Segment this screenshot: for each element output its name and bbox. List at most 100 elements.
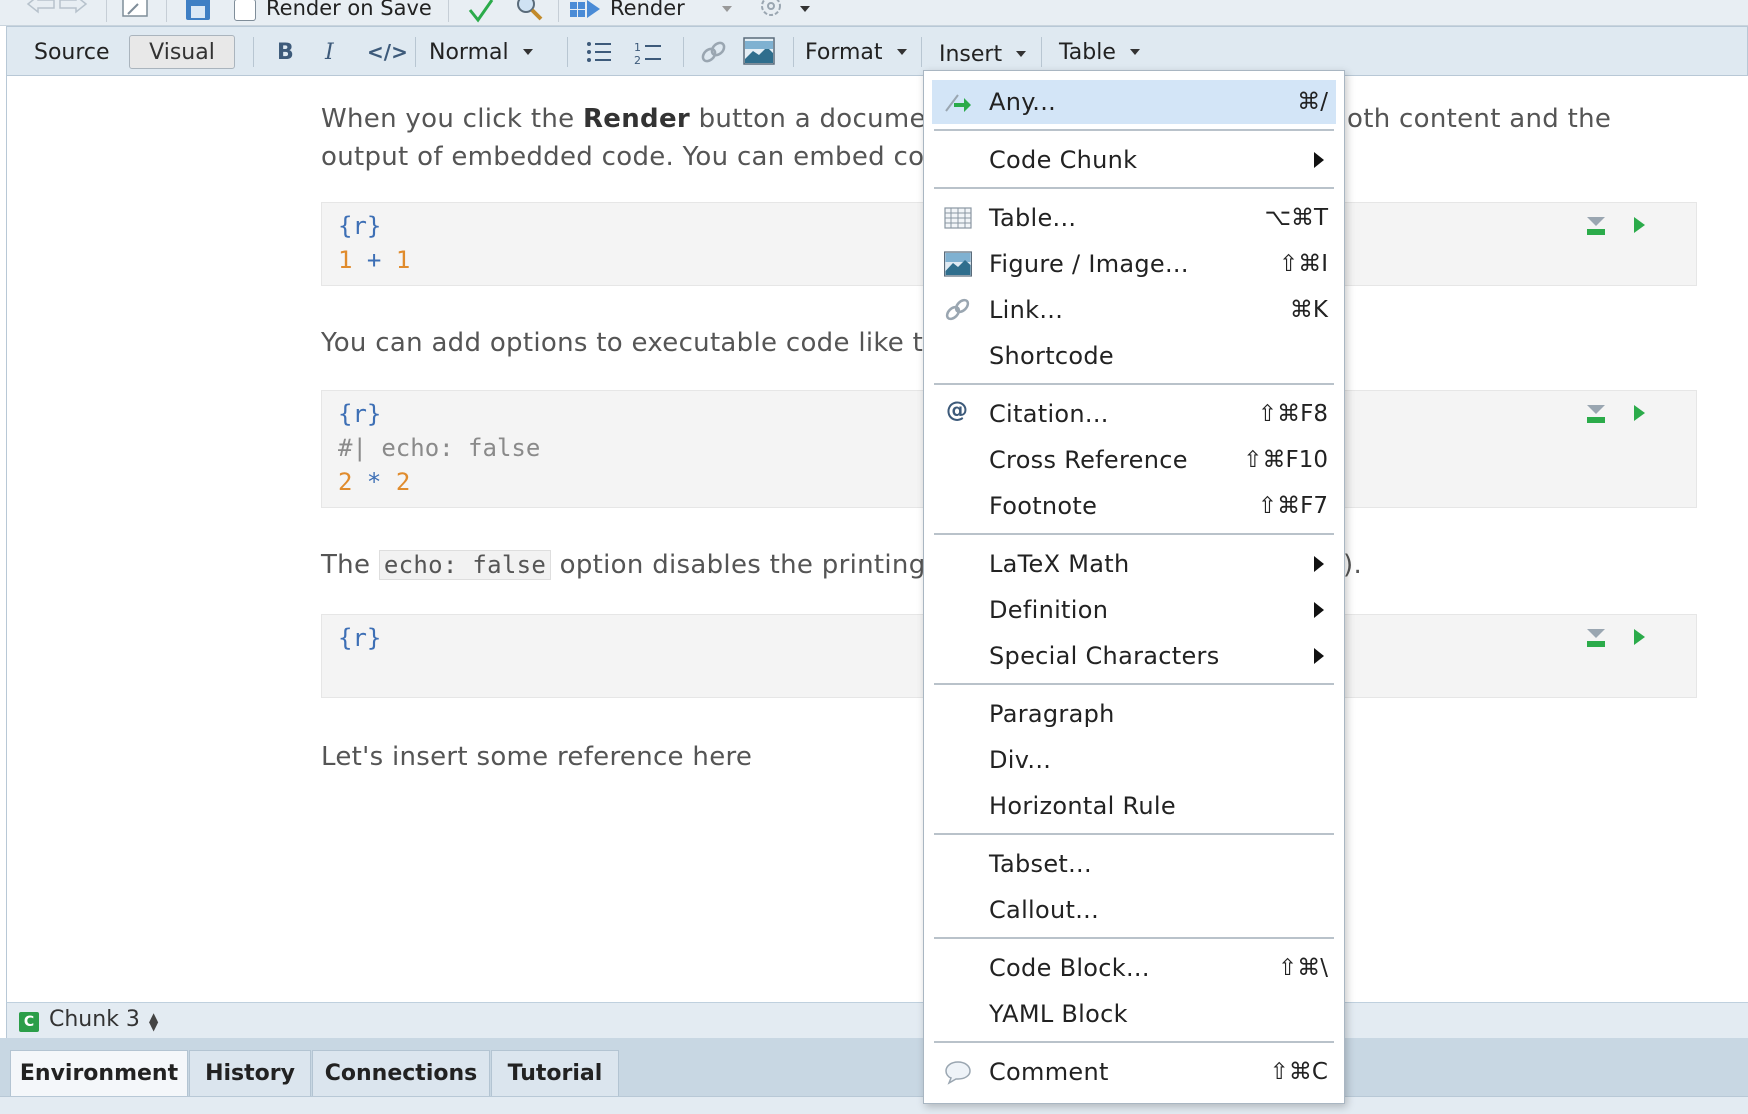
run-chunk-icon[interactable] [1634, 217, 1645, 233]
gear-icon[interactable] [756, 0, 786, 22]
submenu-arrow-icon [1314, 556, 1324, 572]
numbered-list-icon[interactable]: 12 [633, 39, 663, 67]
comment-icon [945, 1061, 971, 1085]
paragraph-echo[interactable]: The echo: false option disables the prin… [321, 546, 949, 584]
menu-item-code-block[interactable]: Code Block... ⇧⌘\ [932, 946, 1336, 990]
number: 2 [395, 468, 411, 496]
menu-item-shortcode[interactable]: Shortcode [932, 334, 1336, 378]
menu-item-paragraph[interactable]: Paragraph [932, 692, 1336, 736]
italic-button[interactable]: I [325, 27, 334, 77]
updown-arrows-icon[interactable]: ▲ ▼ [149, 1011, 158, 1032]
menu-item-shortcut: ⌥⌘T [1264, 205, 1328, 231]
spellcheck-icon[interactable] [466, 0, 496, 24]
tab-environment[interactable]: Environment [10, 1050, 188, 1096]
chunk-navigator[interactable]: Chunk 3 [49, 1007, 140, 1032]
tab-tutorial[interactable]: Tutorial [491, 1050, 619, 1096]
chunk-toolbar [1586, 215, 1656, 239]
menu-item-figure-image[interactable]: Figure / Image... ⇧⌘I [932, 242, 1336, 286]
chunk-toolbar [1586, 627, 1656, 651]
insert-any-icon [945, 94, 971, 112]
table-icon [944, 207, 972, 229]
inline-code: echo: false [378, 550, 552, 580]
back-arrow-icon[interactable] [26, 0, 56, 16]
menu-item-label: Special Characters [989, 642, 1220, 670]
menu-separator [934, 1041, 1334, 1043]
run-previous-chunks-icon[interactable] [1586, 627, 1606, 649]
show-in-window-icon[interactable] [120, 0, 150, 20]
render-on-save-checkbox[interactable] [234, 0, 256, 21]
visual-mode-button[interactable]: Visual [129, 35, 235, 69]
menu-item-label: Shortcode [989, 342, 1114, 370]
insert-dropdown-menu: Any... ⌘/ Code Chunk Table... ⌥⌘T Figure… [923, 70, 1345, 1104]
menu-item-footnote[interactable]: Footnote ⇧⌘F7 [932, 484, 1336, 528]
menu-item-table[interactable]: Table... ⌥⌘T [932, 196, 1336, 240]
menu-item-label: Footnote [989, 492, 1098, 520]
menu-item-horizontal-rule[interactable]: Horizontal Rule [932, 784, 1336, 828]
toolbar-separator [683, 37, 684, 67]
image-icon[interactable] [743, 37, 775, 65]
menu-separator [934, 937, 1334, 939]
chunk-toolbar [1586, 403, 1656, 427]
code-button[interactable]: </> [367, 27, 408, 77]
insert-menu-label: Insert [939, 41, 1003, 67]
menu-item-comment[interactable]: Comment ⇧⌘C [932, 1050, 1336, 1094]
tab-connections[interactable]: Connections [312, 1050, 490, 1096]
menu-item-callout[interactable]: Callout... [932, 888, 1336, 932]
render-on-save-label: Render on Save [266, 0, 432, 20]
toolbar-separator [448, 0, 449, 22]
menu-item-latex-math[interactable]: LaTeX Math [932, 542, 1336, 586]
text: The [321, 550, 379, 580]
menu-item-label: Horizontal Rule [989, 792, 1176, 820]
menu-item-label: Definition [989, 596, 1109, 624]
bullet-list-icon[interactable] [585, 39, 613, 65]
submenu-arrow-icon [1314, 648, 1324, 664]
render-on-save-toggle[interactable]: Render on Save [234, 0, 432, 23]
menu-item-shortcut: ⇧⌘C [1269, 1059, 1328, 1085]
menu-item-label: Citation... [989, 400, 1109, 428]
forward-arrow-icon[interactable] [58, 0, 88, 16]
menu-item-code-chunk[interactable]: Code Chunk [932, 138, 1336, 182]
save-icon[interactable] [184, 0, 212, 22]
menu-item-tabset[interactable]: Tabset... [932, 842, 1336, 886]
chevron-down-icon [522, 49, 533, 55]
menu-item-label: LaTeX Math [989, 550, 1130, 578]
render-button[interactable]: Render [570, 0, 685, 23]
link-icon[interactable] [699, 39, 729, 67]
paragraph-render-line2[interactable]: output of embedded code. You can embed c… [321, 138, 939, 176]
paragraph-render[interactable]: When you click the Render button a docum… [321, 100, 953, 138]
source-mode-button[interactable]: Source [34, 27, 110, 77]
gear-dropdown-caret[interactable] [800, 6, 810, 12]
visual-editor[interactable]: When you click the Render button a docum… [6, 76, 1748, 1002]
find-icon[interactable] [514, 0, 544, 24]
format-menu[interactable]: Format [805, 27, 907, 77]
bold-button[interactable]: B [277, 27, 294, 77]
menu-item-special-characters[interactable]: Special Characters [932, 634, 1336, 678]
menu-item-cross-reference[interactable]: Cross Reference ⇧⌘F10 [932, 438, 1336, 482]
svg-text:1: 1 [634, 41, 641, 54]
menu-item-shortcut: ⌘K [1289, 297, 1328, 323]
block-style-dropdown[interactable]: Normal [429, 27, 533, 77]
chevron-down-icon [1016, 51, 1027, 57]
main-toolbar: Render on Save Render [0, 0, 1748, 26]
menu-item-link[interactable]: Link... ⌘K [932, 288, 1336, 332]
menu-item-definition[interactable]: Definition [932, 588, 1336, 632]
render-dropdown-caret[interactable] [722, 6, 732, 12]
menu-item-label: Code Block... [989, 954, 1150, 982]
menu-item-citation[interactable]: @ Citation... ⇧⌘F8 [932, 392, 1336, 436]
render-icon [570, 0, 600, 18]
menu-item-any[interactable]: Any... ⌘/ [932, 80, 1336, 124]
menu-item-label: Paragraph [989, 700, 1115, 728]
text: When you click the [321, 104, 583, 134]
visual-editor-toolbar: Source Visual B I </> Normal 12 Format I… [6, 26, 1748, 76]
menu-item-label: Div... [989, 746, 1052, 774]
run-chunk-icon[interactable] [1634, 405, 1645, 421]
run-previous-chunks-icon[interactable] [1586, 215, 1606, 237]
menu-item-div[interactable]: Div... [932, 738, 1336, 782]
paragraph-options[interactable]: You can add options to executable code l… [321, 324, 940, 362]
number: 1 [338, 246, 353, 274]
run-chunk-icon[interactable] [1634, 629, 1645, 645]
run-previous-chunks-icon[interactable] [1586, 403, 1606, 425]
tab-history[interactable]: History [189, 1050, 311, 1096]
menu-item-yaml-block[interactable]: YAML Block [932, 992, 1336, 1036]
paragraph-reference[interactable]: Let's insert some reference here [321, 738, 752, 776]
